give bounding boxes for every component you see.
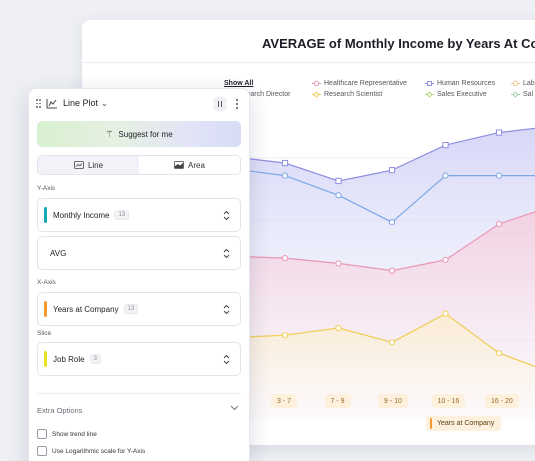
- divider: [37, 393, 241, 394]
- suggest-for-me-button[interactable]: ⚚ Suggest for me: [37, 121, 241, 147]
- line-mode-option[interactable]: Line: [38, 156, 139, 174]
- data-point[interactable]: [281, 172, 289, 179]
- data-point[interactable]: [335, 177, 342, 185]
- data-point[interactable]: [281, 254, 289, 262]
- up-down-chevron-icon: [223, 248, 230, 259]
- chart-config-panel: Line Plot ⌄ ⚚ Suggest for me Line Area Y…: [28, 88, 250, 461]
- slice-field-value: Job Role: [53, 354, 85, 364]
- show-trend-line-checkbox[interactable]: [37, 429, 47, 439]
- axis-color-bar: [430, 418, 432, 429]
- chevron-down-icon[interactable]: ⌄: [101, 99, 108, 108]
- slice-field-select[interactable]: Job Role 3: [37, 342, 241, 376]
- up-down-chevron-icon: [223, 210, 230, 221]
- data-point[interactable]: [388, 267, 396, 274]
- up-down-chevron-icon: [223, 354, 230, 365]
- show-trend-line-label: Show trend line: [52, 430, 97, 438]
- x-tick-label: 7 - 9: [324, 394, 351, 408]
- field-color-bar: [44, 207, 47, 223]
- area-mode-option[interactable]: Area: [139, 156, 240, 174]
- data-point[interactable]: [388, 167, 396, 174]
- count-badge: 3: [89, 354, 101, 364]
- data-point[interactable]: [388, 339, 396, 346]
- data-point[interactable]: [495, 350, 503, 357]
- data-point[interactable]: [442, 172, 449, 179]
- data-point[interactable]: [495, 220, 503, 228]
- area-mode-icon: [174, 161, 184, 169]
- log-scale-option[interactable]: Use Logarithmic scale for Y-Axis: [37, 446, 145, 456]
- x-axis-title[interactable]: Years at Company: [426, 416, 502, 431]
- x-tick-label: 10 - 16: [431, 394, 466, 408]
- chevron-down-icon[interactable]: [230, 405, 239, 411]
- log-scale-label: Use Logarithmic scale for Y-Axis: [52, 447, 146, 455]
- data-point[interactable]: [388, 219, 396, 226]
- aggregation-value: AVG: [50, 248, 67, 258]
- extra-options-label[interactable]: Extra Options: [37, 406, 82, 415]
- show-trend-line-option[interactable]: Show trend line: [37, 429, 97, 439]
- y-axis-label: Y-Axis: [37, 185, 56, 192]
- line-chart-icon: [46, 99, 57, 109]
- panel-header: Line Plot ⌄: [29, 89, 249, 119]
- field-color-bar: [44, 351, 47, 367]
- line-mode-icon: [74, 161, 84, 169]
- data-point[interactable]: [281, 159, 289, 167]
- area-mode-label: Area: [188, 160, 205, 170]
- field-color-bar: [44, 301, 47, 317]
- up-down-chevron-icon: [223, 304, 230, 315]
- slice-label: Slice: [37, 330, 52, 337]
- data-point[interactable]: [335, 324, 342, 332]
- x-tick-label: 16 - 20: [485, 394, 519, 408]
- aggregation-select[interactable]: AVG: [37, 236, 241, 270]
- more-options-icon[interactable]: [233, 98, 241, 110]
- data-point[interactable]: [442, 310, 449, 317]
- x-axis-field-value: Years at Company: [53, 304, 119, 314]
- y-axis-field-value: Monthly Income: [53, 210, 110, 220]
- x-tick-label: 9 - 10: [378, 394, 408, 408]
- data-point[interactable]: [495, 172, 503, 179]
- data-point[interactable]: [281, 332, 289, 339]
- magic-wand-icon: ⚚: [105, 128, 114, 139]
- line-mode-label: Line: [87, 160, 104, 170]
- line-area-toggle: Line Area: [37, 155, 241, 175]
- x-axis-label: X-Axis: [37, 279, 56, 286]
- count-badge: 13: [123, 304, 139, 314]
- data-point[interactable]: [335, 260, 342, 267]
- x-tick-label: 3 - 7: [271, 394, 298, 408]
- drag-handle-icon[interactable]: [36, 99, 42, 108]
- x-axis-title-label: Years at Company: [437, 420, 495, 427]
- data-point[interactable]: [442, 256, 449, 263]
- log-scale-checkbox[interactable]: [37, 446, 47, 456]
- data-point[interactable]: [442, 142, 449, 149]
- count-badge: 13: [114, 210, 130, 220]
- chart-type-title[interactable]: Line Plot: [63, 98, 98, 108]
- pause-button[interactable]: [213, 97, 227, 111]
- x-axis-field-select[interactable]: Years at Company 13: [37, 292, 241, 326]
- data-point[interactable]: [335, 192, 342, 199]
- y-axis-field-select[interactable]: Monthly Income 13: [37, 198, 241, 232]
- suggest-label: Suggest for me: [118, 129, 173, 139]
- data-point[interactable]: [495, 129, 503, 136]
